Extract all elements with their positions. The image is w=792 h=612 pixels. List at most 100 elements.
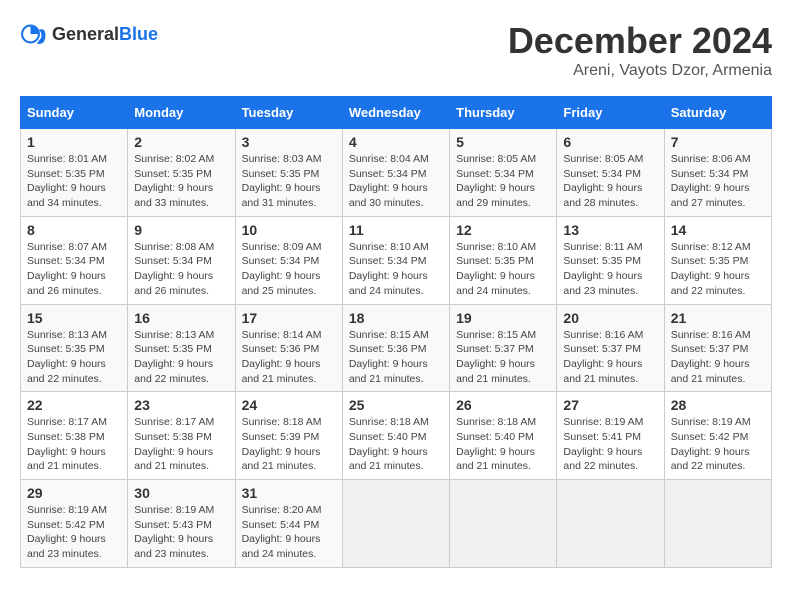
calendar-cell: 4 Sunrise: 8:04 AM Sunset: 5:34 PM Dayli… [342, 129, 449, 217]
day-number: 26 [456, 397, 550, 413]
logo-icon [20, 20, 48, 48]
logo-text: GeneralBlue [52, 24, 158, 45]
calendar-cell: 17 Sunrise: 8:14 AM Sunset: 5:36 PM Dayl… [235, 304, 342, 392]
day-info: Sunrise: 8:05 AM Sunset: 5:34 PM Dayligh… [563, 152, 657, 211]
day-info: Sunrise: 8:06 AM Sunset: 5:34 PM Dayligh… [671, 152, 765, 211]
day-number: 28 [671, 397, 765, 413]
calendar-cell: 9 Sunrise: 8:08 AM Sunset: 5:34 PM Dayli… [128, 216, 235, 304]
day-number: 7 [671, 134, 765, 150]
calendar-cell [342, 480, 449, 568]
calendar-cell: 5 Sunrise: 8:05 AM Sunset: 5:34 PM Dayli… [450, 129, 557, 217]
day-number: 23 [134, 397, 228, 413]
day-number: 4 [349, 134, 443, 150]
day-info: Sunrise: 8:18 AM Sunset: 5:40 PM Dayligh… [456, 415, 550, 474]
calendar-cell: 30 Sunrise: 8:19 AM Sunset: 5:43 PM Dayl… [128, 480, 235, 568]
day-number: 8 [27, 222, 121, 238]
day-info: Sunrise: 8:03 AM Sunset: 5:35 PM Dayligh… [242, 152, 336, 211]
calendar-cell: 23 Sunrise: 8:17 AM Sunset: 5:38 PM Dayl… [128, 392, 235, 480]
day-number: 1 [27, 134, 121, 150]
calendar-cell: 25 Sunrise: 8:18 AM Sunset: 5:40 PM Dayl… [342, 392, 449, 480]
day-number: 20 [563, 310, 657, 326]
calendar-week-row: 22 Sunrise: 8:17 AM Sunset: 5:38 PM Dayl… [21, 392, 772, 480]
calendar-cell: 26 Sunrise: 8:18 AM Sunset: 5:40 PM Dayl… [450, 392, 557, 480]
page-header: GeneralBlue December 2024 Areni, Vayots … [20, 20, 772, 80]
calendar-week-row: 8 Sunrise: 8:07 AM Sunset: 5:34 PM Dayli… [21, 216, 772, 304]
weekday-header: Saturday [664, 97, 771, 129]
logo-blue: Blue [119, 24, 158, 44]
calendar-cell: 20 Sunrise: 8:16 AM Sunset: 5:37 PM Dayl… [557, 304, 664, 392]
calendar-cell: 14 Sunrise: 8:12 AM Sunset: 5:35 PM Dayl… [664, 216, 771, 304]
day-info: Sunrise: 8:05 AM Sunset: 5:34 PM Dayligh… [456, 152, 550, 211]
calendar-header: SundayMondayTuesdayWednesdayThursdayFrid… [21, 97, 772, 129]
day-number: 3 [242, 134, 336, 150]
calendar-cell: 16 Sunrise: 8:13 AM Sunset: 5:35 PM Dayl… [128, 304, 235, 392]
day-info: Sunrise: 8:01 AM Sunset: 5:35 PM Dayligh… [27, 152, 121, 211]
month-title: December 2024 [508, 20, 772, 62]
calendar-cell: 15 Sunrise: 8:13 AM Sunset: 5:35 PM Dayl… [21, 304, 128, 392]
calendar-cell: 12 Sunrise: 8:10 AM Sunset: 5:35 PM Dayl… [450, 216, 557, 304]
weekday-header: Wednesday [342, 97, 449, 129]
weekday-header: Friday [557, 97, 664, 129]
calendar-cell: 13 Sunrise: 8:11 AM Sunset: 5:35 PM Dayl… [557, 216, 664, 304]
day-number: 19 [456, 310, 550, 326]
day-info: Sunrise: 8:10 AM Sunset: 5:35 PM Dayligh… [456, 240, 550, 299]
day-number: 15 [27, 310, 121, 326]
day-number: 12 [456, 222, 550, 238]
day-number: 24 [242, 397, 336, 413]
day-info: Sunrise: 8:17 AM Sunset: 5:38 PM Dayligh… [27, 415, 121, 474]
day-info: Sunrise: 8:15 AM Sunset: 5:37 PM Dayligh… [456, 328, 550, 387]
calendar-week-row: 29 Sunrise: 8:19 AM Sunset: 5:42 PM Dayl… [21, 480, 772, 568]
calendar-cell: 29 Sunrise: 8:19 AM Sunset: 5:42 PM Dayl… [21, 480, 128, 568]
day-info: Sunrise: 8:18 AM Sunset: 5:40 PM Dayligh… [349, 415, 443, 474]
day-number: 10 [242, 222, 336, 238]
day-number: 2 [134, 134, 228, 150]
weekday-header: Tuesday [235, 97, 342, 129]
calendar-cell: 19 Sunrise: 8:15 AM Sunset: 5:37 PM Dayl… [450, 304, 557, 392]
weekday-header: Monday [128, 97, 235, 129]
calendar-cell: 2 Sunrise: 8:02 AM Sunset: 5:35 PM Dayli… [128, 129, 235, 217]
day-info: Sunrise: 8:08 AM Sunset: 5:34 PM Dayligh… [134, 240, 228, 299]
day-number: 22 [27, 397, 121, 413]
day-info: Sunrise: 8:19 AM Sunset: 5:41 PM Dayligh… [563, 415, 657, 474]
day-info: Sunrise: 8:13 AM Sunset: 5:35 PM Dayligh… [134, 328, 228, 387]
day-info: Sunrise: 8:18 AM Sunset: 5:39 PM Dayligh… [242, 415, 336, 474]
calendar-cell [664, 480, 771, 568]
day-info: Sunrise: 8:19 AM Sunset: 5:42 PM Dayligh… [27, 503, 121, 562]
day-info: Sunrise: 8:14 AM Sunset: 5:36 PM Dayligh… [242, 328, 336, 387]
day-info: Sunrise: 8:04 AM Sunset: 5:34 PM Dayligh… [349, 152, 443, 211]
calendar-week-row: 15 Sunrise: 8:13 AM Sunset: 5:35 PM Dayl… [21, 304, 772, 392]
day-number: 13 [563, 222, 657, 238]
calendar-cell: 24 Sunrise: 8:18 AM Sunset: 5:39 PM Dayl… [235, 392, 342, 480]
calendar-cell: 18 Sunrise: 8:15 AM Sunset: 5:36 PM Dayl… [342, 304, 449, 392]
calendar-cell: 21 Sunrise: 8:16 AM Sunset: 5:37 PM Dayl… [664, 304, 771, 392]
day-info: Sunrise: 8:09 AM Sunset: 5:34 PM Dayligh… [242, 240, 336, 299]
day-info: Sunrise: 8:13 AM Sunset: 5:35 PM Dayligh… [27, 328, 121, 387]
day-number: 31 [242, 485, 336, 501]
calendar-cell: 1 Sunrise: 8:01 AM Sunset: 5:35 PM Dayli… [21, 129, 128, 217]
calendar-cell: 27 Sunrise: 8:19 AM Sunset: 5:41 PM Dayl… [557, 392, 664, 480]
calendar-cell: 7 Sunrise: 8:06 AM Sunset: 5:34 PM Dayli… [664, 129, 771, 217]
location-title: Areni, Vayots Dzor, Armenia [508, 62, 772, 80]
title-block: December 2024 Areni, Vayots Dzor, Armeni… [508, 20, 772, 80]
calendar-body: 1 Sunrise: 8:01 AM Sunset: 5:35 PM Dayli… [21, 129, 772, 568]
weekday-header: Sunday [21, 97, 128, 129]
day-info: Sunrise: 8:12 AM Sunset: 5:35 PM Dayligh… [671, 240, 765, 299]
calendar-cell: 8 Sunrise: 8:07 AM Sunset: 5:34 PM Dayli… [21, 216, 128, 304]
weekday-row: SundayMondayTuesdayWednesdayThursdayFrid… [21, 97, 772, 129]
weekday-header: Thursday [450, 97, 557, 129]
day-number: 21 [671, 310, 765, 326]
day-info: Sunrise: 8:11 AM Sunset: 5:35 PM Dayligh… [563, 240, 657, 299]
calendar-cell: 10 Sunrise: 8:09 AM Sunset: 5:34 PM Dayl… [235, 216, 342, 304]
calendar-cell: 6 Sunrise: 8:05 AM Sunset: 5:34 PM Dayli… [557, 129, 664, 217]
calendar-cell: 22 Sunrise: 8:17 AM Sunset: 5:38 PM Dayl… [21, 392, 128, 480]
day-number: 5 [456, 134, 550, 150]
day-number: 9 [134, 222, 228, 238]
day-info: Sunrise: 8:16 AM Sunset: 5:37 PM Dayligh… [563, 328, 657, 387]
day-number: 27 [563, 397, 657, 413]
day-number: 29 [27, 485, 121, 501]
day-info: Sunrise: 8:17 AM Sunset: 5:38 PM Dayligh… [134, 415, 228, 474]
day-number: 16 [134, 310, 228, 326]
day-number: 6 [563, 134, 657, 150]
calendar-cell: 11 Sunrise: 8:10 AM Sunset: 5:34 PM Dayl… [342, 216, 449, 304]
day-number: 17 [242, 310, 336, 326]
